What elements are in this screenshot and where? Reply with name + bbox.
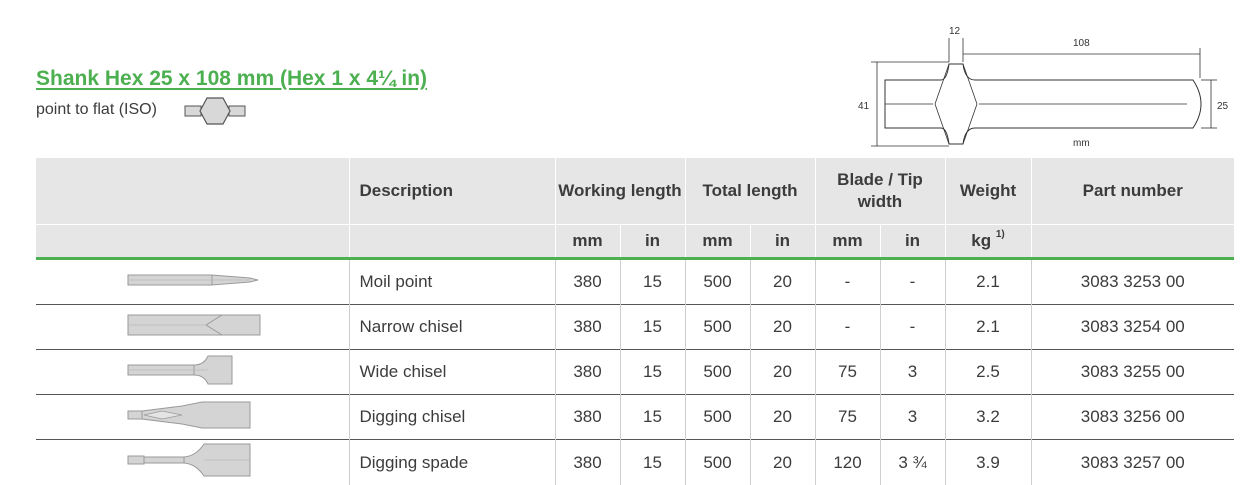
total-length-mm: 500 [684,258,750,305]
unit-header-blank [1030,224,1234,260]
column-header-weight: Weight [944,158,1031,225]
unit-header-in: in [879,224,945,260]
working-length-in: 15 [619,304,685,350]
working-length-mm: 380 [554,349,620,395]
weight-value: 2.1 [944,304,1031,350]
unit-header-blank [348,224,555,260]
working-length-mm: 380 [554,394,620,440]
column-header-working-length: Working length [554,158,685,225]
weight-value: 2.1 [944,258,1031,305]
dimension-label-hex: 25 [1217,101,1229,112]
digging-chisel-icon [127,401,251,428]
column-header-blade-tip-width: Blade / Tip width [814,158,945,225]
blade-width-in: - [879,258,945,305]
page-title: Shank Hex 25 x 108 mm (Hex 1 x 4¼ in) [36,67,428,90]
tool-image-cell [36,304,349,350]
column-header-part-number: Part number [1030,158,1234,225]
dimension-label-length: 108 [1073,38,1090,49]
table-row: Digging spade 380 15 500 20 120 3 ¾ 3.9 … [36,439,1234,485]
blade-width-mm: - [814,258,880,305]
working-length-in: 15 [619,258,685,305]
total-length-in: 20 [749,349,815,395]
table-row: Wide chisel 380 15 500 20 75 3 2.5 3083 … [36,349,1234,395]
moil-point-icon [127,273,259,286]
blade-width-mm: - [814,304,880,350]
weight-value: 3.2 [944,394,1031,440]
working-length-in: 15 [619,394,685,440]
part-number: 3083 3253 00 [1030,258,1234,305]
narrow-chisel-icon [127,314,261,335]
tool-image-cell [36,349,349,395]
tool-description: Narrow chisel [348,304,555,350]
shank-dimension-diagram: 12 108 41 25 mm [858,26,1229,149]
working-length-in: 15 [619,349,685,395]
tool-image-cell [36,259,349,305]
dimension-label-collar: 12 [949,26,961,37]
product-table: Description Working length Total length … [36,158,1234,485]
unit-header-in: in [619,224,685,260]
working-length-mm: 380 [554,304,620,350]
table-row: Narrow chisel 380 15 500 20 - - 2.1 3083… [36,304,1234,350]
table-row: Moil point 380 15 500 20 - - 2.1 3083 32… [36,258,1234,305]
tool-description: Digging spade [348,439,555,485]
part-number: 3083 3254 00 [1030,304,1234,350]
dimension-label-diameter: 41 [858,101,870,112]
blade-width-in: 3 [879,349,945,395]
part-number: 3083 3255 00 [1030,349,1234,395]
column-header-image [36,158,349,225]
unit-header-mm: mm [684,224,750,260]
blade-width-in: 3 ¾ [879,439,945,485]
dimension-label-unit: mm [1073,138,1090,149]
wide-chisel-icon [127,355,233,384]
weight-value: 2.5 [944,349,1031,395]
total-length-mm: 500 [684,439,750,485]
total-length-mm: 500 [684,394,750,440]
total-length-in: 20 [749,258,815,305]
tool-description: Moil point [348,258,555,305]
unit-kg-label: kg [971,231,992,250]
total-length-in: 20 [749,394,815,440]
tool-description: Wide chisel [348,349,555,395]
total-length-in: 20 [749,439,815,485]
blade-width-in: - [879,304,945,350]
part-number: 3083 3256 00 [1030,394,1234,440]
part-number: 3083 3257 00 [1030,439,1234,485]
unit-header-in: in [749,224,815,260]
digging-spade-icon [127,443,251,477]
working-length-mm: 380 [554,439,620,485]
footnote-marker: 1) [995,229,1005,240]
working-length-mm: 380 [554,258,620,305]
column-header-total-length: Total length [684,158,815,225]
weight-value: 3.9 [944,439,1031,485]
column-header-description: Description [348,158,555,225]
blade-width-mm: 120 [814,439,880,485]
tool-description: Digging chisel [348,394,555,440]
tool-image-cell [36,439,349,485]
blade-width-mm: 75 [814,394,880,440]
tool-image-cell [36,394,349,440]
page-subtitle: point to flat (ISO) [36,101,157,118]
blade-width-in: 3 [879,394,945,440]
total-length-in: 20 [749,304,815,350]
total-length-mm: 500 [684,349,750,395]
table-row: Digging chisel 380 15 500 20 75 3 3.2 30… [36,394,1234,440]
hex-shank-icon [184,97,246,125]
total-length-mm: 500 [684,304,750,350]
working-length-in: 15 [619,439,685,485]
unit-header-blank [36,224,349,260]
unit-header-mm: mm [814,224,880,260]
unit-header-kg: kg 1) [944,224,1031,260]
unit-header-mm: mm [554,224,620,260]
blade-width-mm: 75 [814,349,880,395]
